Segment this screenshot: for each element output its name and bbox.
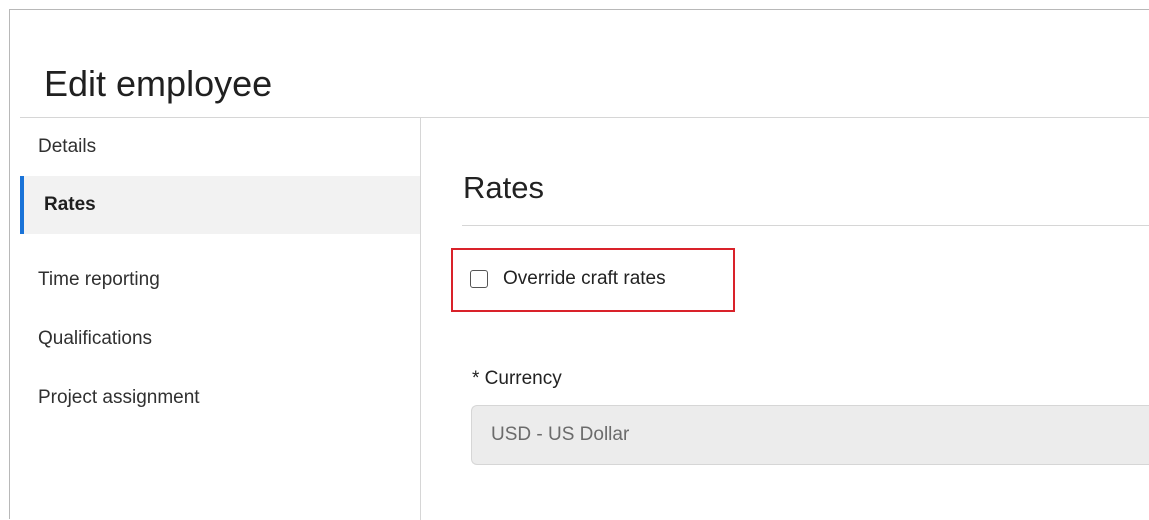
currency-label: * Currency [472,368,562,389]
checkbox-label: Override craft rates [503,268,666,289]
panel-header: Edit employee [20,10,1149,118]
sidebar-item-label: Time reporting [38,269,160,290]
sidebar-item-qualifications[interactable]: Qualifications [20,310,420,368]
sidebar-item-time-reporting[interactable]: Time reporting [20,251,420,309]
section-title: Rates [463,170,544,205]
currency-value: USD - US Dollar [491,424,630,445]
edit-employee-panel: Edit employee Details Rates Time reporti… [9,9,1149,520]
sidebar-item-label: Qualifications [38,328,153,349]
checkbox-icon[interactable] [470,270,488,288]
page-title: Edit employee [44,63,273,104]
sidebar-item-label: Rates [44,194,96,215]
sidebar-item-project-assignment[interactable]: Project assignment [20,369,420,427]
sidebar-nav: Details Rates Time reporting Qualificati… [20,118,421,520]
override-craft-rates-checkbox[interactable]: Override craft rates [470,264,666,294]
sidebar-item-rates[interactable]: Rates [20,176,420,234]
section-divider [462,225,1149,226]
sidebar-item-label: Project assignment [38,387,200,408]
rates-section: Rates Override craft rates * Currency US… [421,118,1149,520]
sidebar-item-details[interactable]: Details [20,118,420,176]
currency-select[interactable]: USD - US Dollar [471,405,1149,465]
sidebar-item-label: Details [38,136,97,157]
